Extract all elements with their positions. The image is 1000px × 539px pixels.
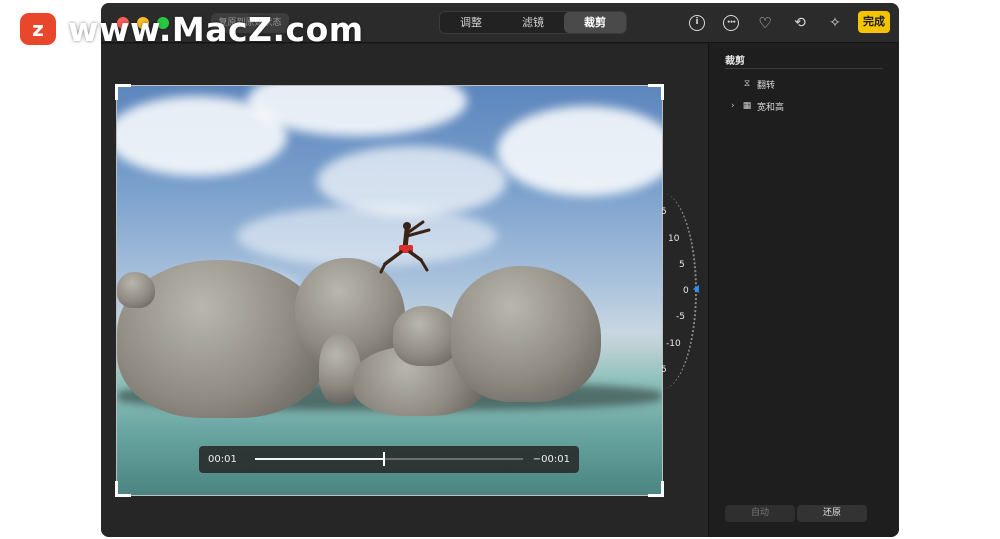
done-button[interactable]: 完成 <box>858 11 890 33</box>
crop-handle-top-right[interactable] <box>648 84 664 100</box>
sidebar-title: 裁剪 <box>725 56 745 67</box>
crop-sidebar: 裁剪 ⧖ 翻转 › ▦ 宽和高 自动 还原 <box>708 44 899 537</box>
rotate-icon[interactable]: ⟲ <box>792 15 808 31</box>
sidebar-divider <box>725 68 883 69</box>
sidebar-item-label: 宽和高 <box>757 102 785 113</box>
dial-pointer-icon <box>693 285 699 293</box>
playback-progress <box>255 458 384 460</box>
sidebar-item-flip[interactable]: ⧖ 翻转 <box>741 77 775 91</box>
dial-label: 5 <box>661 207 667 217</box>
heart-icon[interactable]: ♡ <box>757 15 773 31</box>
chevron-right-icon[interactable]: › <box>731 101 741 111</box>
sidebar-item-label: 翻转 <box>757 80 776 91</box>
straighten-dial[interactable]: 5 10 5 0 -5 -10 5 <box>657 193 699 389</box>
dial-label: -10 <box>666 339 681 349</box>
playback-scrubber[interactable] <box>255 452 523 466</box>
watermark-text: www.MacZ.com <box>68 9 364 49</box>
elapsed-time: 00:01 <box>208 454 237 465</box>
dial-label: 5 <box>661 365 667 375</box>
reset-button[interactable]: 还原 <box>797 505 867 522</box>
video-playback-bar: 00:01 −00:01 <box>199 446 579 473</box>
aspect-ratio-icon: ▦ <box>742 101 752 111</box>
crop-canvas: 5 10 5 0 -5 -10 5 00:01 −00:01 <box>101 44 708 537</box>
photos-window: 复原到原始状态 调整 滤镜 裁剪 i ••• ♡ ⟲ ✧ 完成 5 10 5 0… <box>101 3 899 537</box>
tab-crop[interactable]: 裁剪 <box>564 12 626 33</box>
tab-adjust[interactable]: 调整 <box>440 12 502 33</box>
crop-handle-top-left[interactable] <box>115 84 131 100</box>
magic-wand-icon[interactable]: ✧ <box>827 15 843 31</box>
crop-handle-bottom-left[interactable] <box>115 481 131 497</box>
dial-label: 5 <box>679 260 685 270</box>
watermark: z www.MacZ.com <box>20 9 364 49</box>
dial-label: 10 <box>668 234 680 244</box>
watermark-logo: z <box>20 13 56 45</box>
playhead[interactable] <box>382 452 385 466</box>
flip-icon: ⧖ <box>743 79 751 89</box>
crop-frame[interactable] <box>115 84 664 497</box>
remaining-time: −00:01 <box>532 454 570 465</box>
sidebar-item-aspect[interactable]: › ▦ 宽和高 <box>731 99 784 113</box>
edit-mode-tabs: 调整 滤镜 裁剪 <box>439 11 627 34</box>
dial-label: 0 <box>683 286 689 296</box>
info-icon[interactable]: i <box>689 15 705 31</box>
crop-handle-bottom-right[interactable] <box>648 481 664 497</box>
ellipsis-icon[interactable]: ••• <box>723 15 739 31</box>
dial-label: -5 <box>676 312 685 322</box>
tab-filters[interactable]: 滤镜 <box>502 12 564 33</box>
auto-button[interactable]: 自动 <box>725 505 795 522</box>
